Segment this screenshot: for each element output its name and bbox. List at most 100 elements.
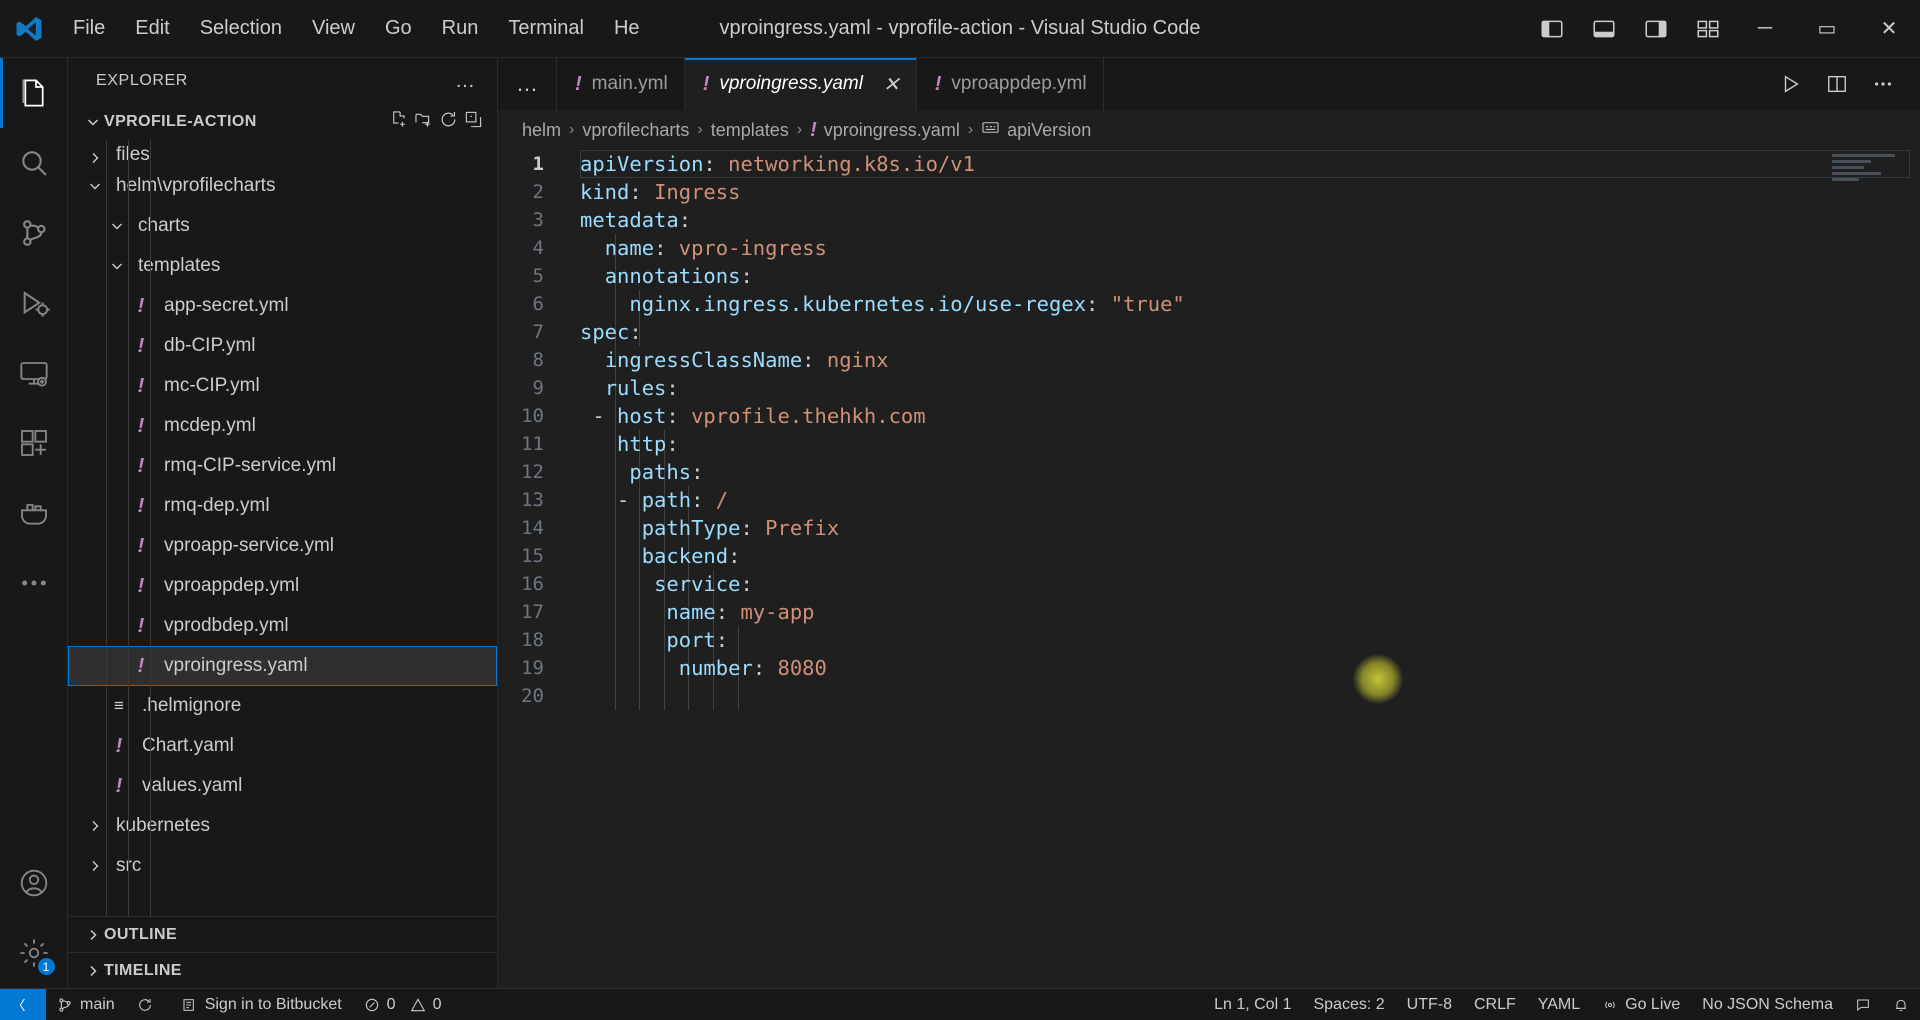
tree-file-row[interactable]: ≡ .helmignore — [68, 686, 497, 726]
window-close-button[interactable]: ✕ — [1858, 0, 1920, 57]
code-line[interactable]: 10 - host: vprofile.thehkh.com — [498, 402, 1920, 430]
code-line[interactable]: 5 annotations: — [498, 262, 1920, 290]
breadcrumb-item[interactable]: ! vproingress.yaml — [810, 119, 960, 142]
tree-file-row[interactable]: ! mcdep.yml — [68, 406, 497, 446]
line-content[interactable]: name: my-app — [570, 600, 814, 624]
code-line[interactable]: 12 paths: — [498, 458, 1920, 486]
code-line[interactable]: 18 port: — [498, 626, 1920, 654]
tree-file-row[interactable]: ! rmq-dep.yml — [68, 486, 497, 526]
new-file-icon[interactable] — [389, 110, 408, 134]
code-line[interactable]: 14 pathType: Prefix — [498, 514, 1920, 542]
tree-folder-row[interactable]: helm\vprofilecharts — [68, 166, 497, 206]
window-minimize-button[interactable]: ─ — [1734, 0, 1796, 57]
line-content[interactable]: pathType: Prefix — [570, 516, 840, 540]
activity-search-icon[interactable] — [0, 128, 68, 198]
activity-accounts-icon[interactable] — [0, 848, 68, 918]
run-icon[interactable] — [1770, 63, 1812, 105]
refresh-icon[interactable] — [439, 110, 458, 134]
line-content[interactable]: nginx.ingress.kubernetes.io/use-regex: "… — [570, 292, 1184, 316]
tree-file-row[interactable]: ! app-secret.yml — [68, 286, 497, 326]
tree-folder-row[interactable]: src — [68, 846, 497, 886]
breadcrumb-item[interactable]: apiVersion — [981, 118, 1091, 142]
tree-file-row[interactable]: ! vproapp-service.yml — [68, 526, 497, 566]
code-line[interactable]: 17 name: my-app — [498, 598, 1920, 626]
tree-folder-row[interactable]: files — [68, 140, 497, 166]
line-content[interactable]: metadata: — [570, 208, 691, 232]
status-notifications[interactable] — [1882, 989, 1920, 1020]
breadcrumb[interactable]: helm › vprofilecharts › templates ›! vproingre… — [498, 110, 1920, 150]
remote-window-button[interactable] — [0, 989, 46, 1020]
tree-file-row[interactable]: ! vproingress.yaml — [68, 646, 497, 686]
tree-file-row[interactable]: ! mc-CIP.yml — [68, 366, 497, 406]
line-content[interactable]: http: — [570, 432, 679, 456]
status-feedback[interactable] — [1844, 989, 1882, 1020]
activity-source-control-icon[interactable] — [0, 198, 68, 268]
tree-folder-row[interactable]: templates — [68, 246, 497, 286]
menu-bar[interactable]: File Edit Selection View Go Run Terminal… — [58, 11, 655, 46]
status-language-mode[interactable]: YAML — [1527, 989, 1591, 1020]
status-cursor-position[interactable]: Ln 1, Col 1 — [1203, 989, 1302, 1020]
status-go-live[interactable]: Go Live — [1591, 989, 1691, 1020]
line-content[interactable]: port: — [570, 628, 728, 652]
status-branch[interactable]: main — [46, 989, 126, 1020]
line-content[interactable]: service: — [570, 572, 753, 596]
line-content[interactable]: backend: — [570, 544, 741, 568]
tab-vproingress-yaml[interactable]: ! vproingress.yaml ✕ — [684, 58, 917, 110]
toggle-primary-sidebar-icon[interactable] — [1526, 0, 1578, 57]
toggle-secondary-sidebar-icon[interactable] — [1630, 0, 1682, 57]
code-line[interactable]: 6 nginx.ingress.kubernetes.io/use-regex:… — [498, 290, 1920, 318]
folder-section-actions[interactable] — [389, 110, 497, 134]
tree-folder-row[interactable]: charts — [68, 206, 497, 246]
activity-run-and-debug-icon[interactable] — [0, 268, 68, 338]
line-content[interactable]: kind: Ingress — [570, 180, 740, 204]
code-line[interactable]: 15 backend: — [498, 542, 1920, 570]
tab-main-yml[interactable]: ! main.yml — [557, 58, 685, 110]
explorer-more-icon[interactable]: … — [455, 70, 477, 93]
editor-actions[interactable] — [1770, 58, 1920, 110]
activity-extensions-icon[interactable] — [0, 408, 68, 478]
status-problems[interactable]: 0 0 — [353, 989, 453, 1020]
code-line[interactable]: 9 rules: — [498, 374, 1920, 402]
line-content[interactable]: paths: — [570, 460, 703, 484]
new-folder-icon[interactable] — [414, 110, 433, 134]
status-json-schema[interactable]: No JSON Schema — [1691, 989, 1844, 1020]
tree-folder-row[interactable]: kubernetes — [68, 806, 497, 846]
tree-file-row[interactable]: ! vproappdep.yml — [68, 566, 497, 606]
code-line[interactable]: 8 ingressClassName: nginx — [498, 346, 1920, 374]
menu-selection[interactable]: Selection — [185, 11, 297, 46]
status-sync[interactable] — [126, 989, 171, 1020]
breadcrumb-item[interactable]: templates — [711, 120, 789, 141]
code-line[interactable]: 13 - path: / — [498, 486, 1920, 514]
tree-file-row[interactable]: ! vprodbdep.yml — [68, 606, 497, 646]
line-content[interactable]: ingressClassName: nginx — [570, 348, 889, 372]
code-line[interactable]: 1 apiVersion: networking.k8s.io/v1 — [498, 150, 1920, 178]
tab-close-icon[interactable]: ✕ — [883, 72, 900, 97]
collapse-all-icon[interactable] — [464, 110, 483, 134]
timeline-section-header[interactable]: TIMELINE — [68, 952, 497, 988]
toggle-panel-icon[interactable] — [1578, 0, 1630, 57]
tree-file-row[interactable]: ! db-CIP.yml — [68, 326, 497, 366]
status-eol[interactable]: CRLF — [1463, 989, 1527, 1020]
activity-more-views-icon[interactable] — [0, 548, 68, 618]
menu-view[interactable]: View — [297, 11, 370, 46]
minimap[interactable] — [1832, 154, 1902, 188]
editor-tabs[interactable]: ! main.yml ! vproingress.yaml ✕ ! vproap… — [557, 58, 1104, 110]
breadcrumb-item[interactable]: helm — [522, 120, 561, 141]
tree-file-row[interactable]: ! values.yaml — [68, 766, 497, 806]
file-tree[interactable]: files helm\vprofilecharts charts templates!… — [68, 140, 497, 916]
line-content[interactable]: spec: — [570, 320, 642, 344]
split-editor-icon[interactable] — [1816, 63, 1858, 105]
line-content[interactable]: rules: — [570, 376, 679, 400]
line-content[interactable]: - host: vprofile.thehkh.com — [570, 404, 925, 428]
menu-run[interactable]: Run — [427, 11, 494, 46]
tab-vproappdep-yml[interactable]: ! vproappdep.yml — [916, 58, 1104, 110]
code-line[interactable]: 7 spec: — [498, 318, 1920, 346]
outline-section-header[interactable]: OUTLINE — [68, 916, 497, 952]
status-indentation[interactable]: Spaces: 2 — [1302, 989, 1395, 1020]
folder-section-header[interactable]: VPROFILE-ACTION — [68, 104, 497, 140]
line-content[interactable]: name: vpro-ingress — [570, 236, 827, 260]
menu-help[interactable]: He — [599, 11, 655, 46]
activity-remote-explorer-icon[interactable] — [0, 338, 68, 408]
line-content[interactable]: - path: / — [570, 488, 728, 512]
code-line[interactable]: 2 kind: Ingress — [498, 178, 1920, 206]
